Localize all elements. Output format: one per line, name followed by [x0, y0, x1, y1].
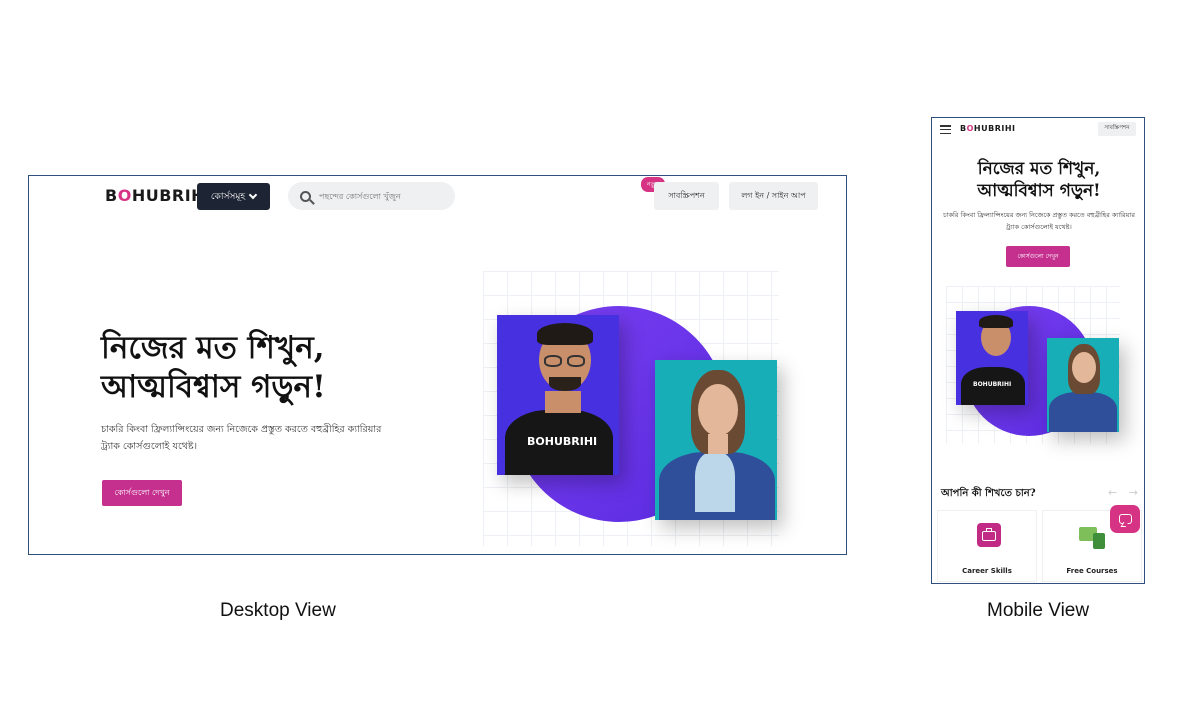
hero-illustration: BOHUBRIHI — [946, 286, 1120, 444]
logo-text-b: B — [105, 186, 118, 205]
courses-menu-button[interactable]: কোর্সসমূহ — [197, 183, 270, 210]
hero-subtext: চাকরি কিংবা ফ্রিল্যান্সিংয়ের জন্য নিজেক… — [101, 424, 382, 452]
courses-menu-label: কোর্সসমূহ — [210, 192, 246, 202]
chat-support-button[interactable] — [1110, 505, 1140, 533]
instructor-hair — [537, 323, 593, 345]
logo-text-b: B — [960, 124, 967, 133]
carousel-arrows[interactable]: ← → — [1108, 486, 1142, 499]
category-label: Free Courses — [1066, 567, 1118, 575]
bohubrihi-logo[interactable]: BOHUBRIHI — [960, 124, 1016, 133]
logo-text-accent: O — [117, 186, 132, 205]
briefcase-icon — [977, 523, 1001, 547]
login-signup-button[interactable]: লগ ইন / সাইন আপ — [729, 182, 818, 210]
devices-icon — [1079, 523, 1107, 549]
glasses-left — [544, 355, 562, 367]
hero-headline-line-2: আত্মবিশ্বাস গড়ুন! — [101, 368, 326, 405]
logo-text-accent: O — [966, 124, 974, 133]
shirt-logo-text: BOHUBRIHI — [527, 435, 598, 448]
search-input[interactable] — [319, 191, 439, 201]
chat-bubble-icon — [1118, 514, 1132, 524]
logo-text-rest: HUBRIHI — [973, 124, 1016, 133]
hero-illustration: BOHUBRIHI — [483, 271, 779, 546]
instructor-photo-female — [655, 360, 777, 520]
glasses-right — [567, 355, 585, 367]
instructor-head — [698, 384, 738, 436]
hamburger-menu-icon[interactable] — [940, 125, 951, 134]
hero-headline-line-1: নিজের মত শিখুন, — [101, 330, 325, 366]
desktop-view-frame: BOHUBRIHI কোর্সসমূহ নতুন সাবস্ক্রিপশন লগ… — [28, 175, 847, 555]
hero-subtext: চাকরি কিংবা ফ্রিল্যান্সিংয়ের জন্য নিজেক… — [943, 211, 1135, 231]
subscription-button[interactable]: সাবস্ক্রিপশন — [654, 182, 719, 210]
instructor-photo-female — [1047, 338, 1119, 432]
view-courses-button[interactable]: কোর্সগুলো দেখুন — [1006, 246, 1070, 267]
instructor-jacket — [1049, 392, 1117, 432]
mobile-view-frame: BOHUBRIHI সাবস্ক্রিপশন নিজের মত শিখুন, আ… — [931, 117, 1145, 584]
mobile-view-caption: Mobile View — [987, 600, 1090, 621]
desktop-view-caption: Desktop View — [220, 600, 336, 621]
shirt-logo-text: BOHUBRIHI — [973, 381, 1012, 388]
subscription-button[interactable]: সাবস্ক্রিপশন — [1098, 122, 1136, 136]
instructor-beard — [549, 377, 581, 391]
search-bar[interactable] — [288, 182, 455, 210]
category-card-career-skills[interactable]: Career Skills — [937, 510, 1037, 582]
hero-headline-line-2: আত্মবিশ্বাস গড়ুন! — [977, 181, 1101, 202]
instructor-photo-male: BOHUBRIHI — [956, 311, 1028, 405]
instructor-neck — [545, 391, 581, 413]
instructor-photo-male: BOHUBRIHI — [497, 315, 619, 475]
instructor-top — [695, 452, 735, 512]
view-courses-button[interactable]: কোর্সগুলো দেখুন — [102, 480, 182, 506]
search-icon — [300, 190, 311, 202]
hero-headline: নিজের মত শিখুন, আত্মবিশ্বাস গড়ুন! — [942, 158, 1136, 202]
hero-headline: নিজের মত শিখুন, আত্মবিশ্বাস গড়ুন! — [101, 329, 401, 407]
category-label: Career Skills — [962, 567, 1012, 575]
instructor-head — [1072, 352, 1096, 383]
hero-headline-line-1: নিজের মত শিখুন, — [977, 159, 1101, 179]
chevron-down-icon — [248, 190, 258, 200]
instructor-neck — [708, 434, 728, 454]
what-to-learn-heading: আপনি কী শিখতে চান? — [941, 488, 1036, 499]
bohubrihi-logo[interactable]: BOHUBRIHI — [105, 186, 212, 205]
instructor-hair — [979, 315, 1013, 328]
